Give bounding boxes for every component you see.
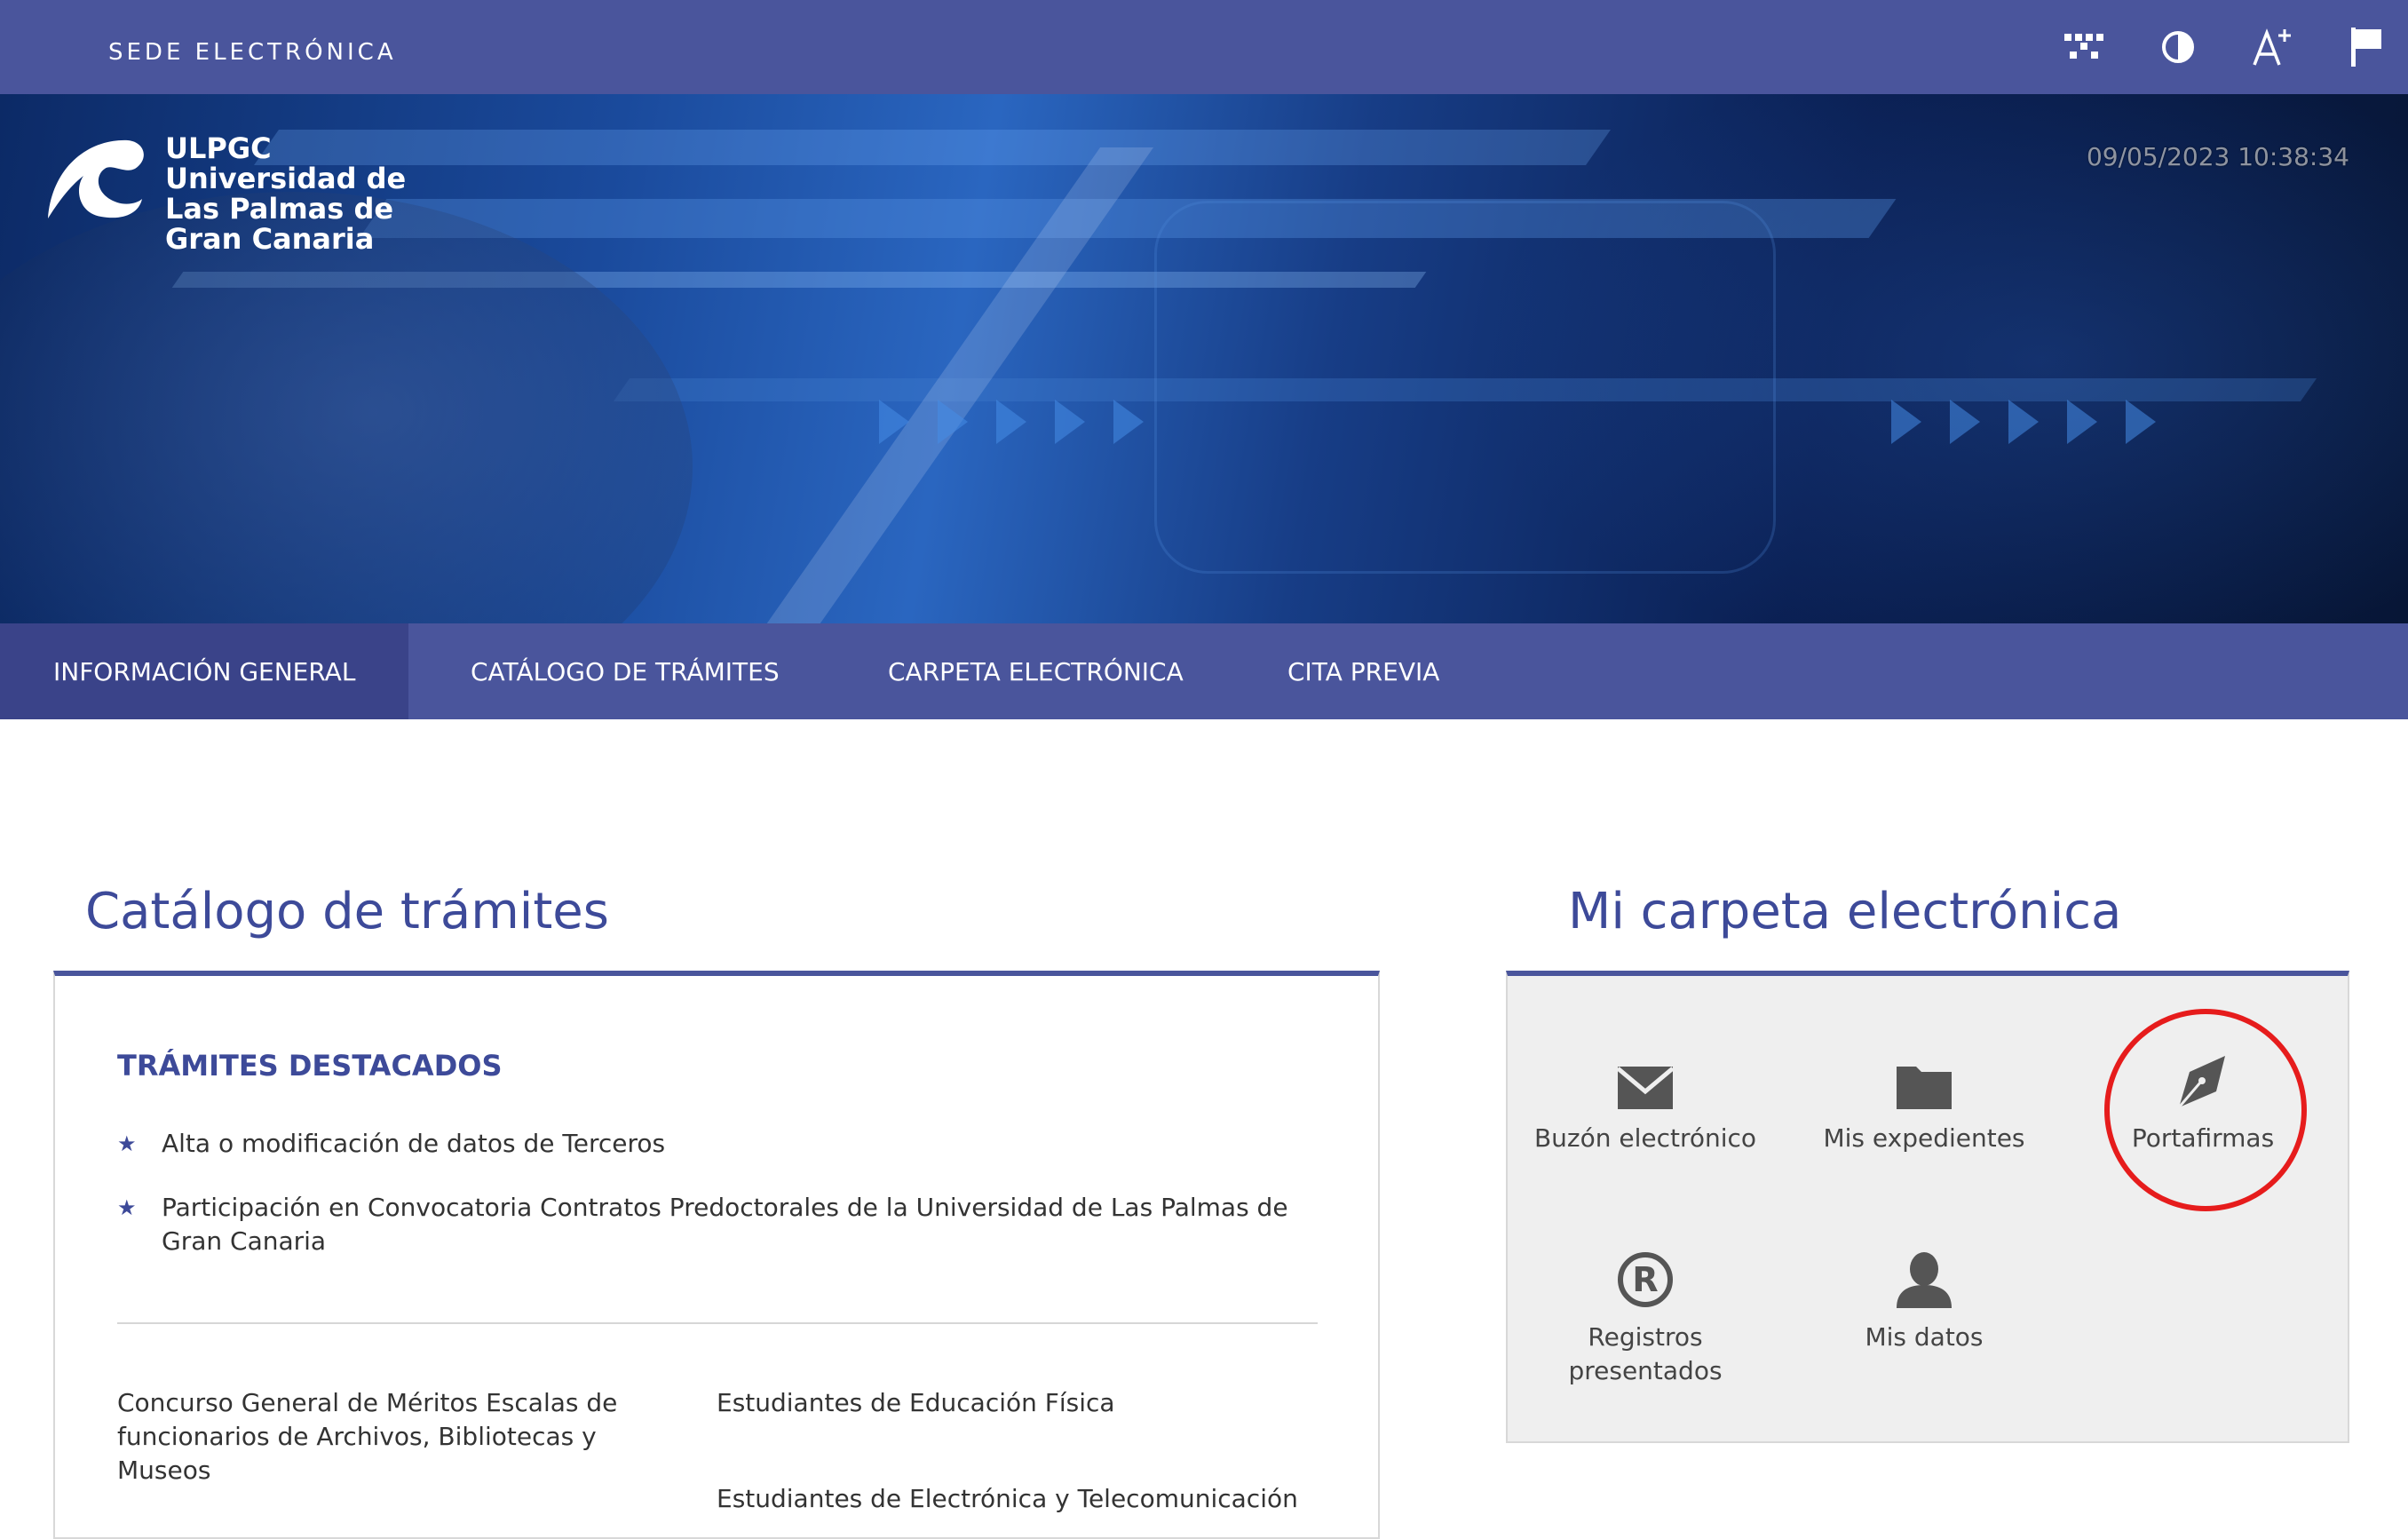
top-bar: SEDE ELECTRÓNICA xyxy=(0,0,2408,94)
logo-text: ULPGC Universidad de Las Palmas de Gran … xyxy=(165,133,406,254)
main-nav: INFORMACIÓN GENERAL CATÁLOGO DE TRÁMITES… xyxy=(0,623,2408,719)
featured-procedure-link[interactable]: ★ Alta o modificación de datos de Tercer… xyxy=(117,1127,1318,1161)
featured-procedure-label: Alta o modificación de datos de Terceros xyxy=(162,1129,666,1158)
user-icon xyxy=(1786,1246,2062,1308)
folder-panel: Buzón electrónico Mis expedientes Portaf… xyxy=(1506,971,2349,1443)
logo-line: Gran Canaria xyxy=(165,222,375,256)
nav-item-cita-previa[interactable]: CITA PREVIA xyxy=(1225,623,1492,719)
procedure-link[interactable]: Estudiantes de Electrónica y Telecomunic… xyxy=(717,1482,1320,1516)
logo-line: Universidad de xyxy=(165,162,407,195)
tile-label: Buzón electrónico xyxy=(1533,1123,1757,1153)
logo-line: Las Palmas de xyxy=(165,192,394,226)
font-size-icon[interactable] xyxy=(2246,21,2298,73)
star-icon: ★ xyxy=(117,1131,137,1156)
language-flag-icon[interactable] xyxy=(2341,21,2392,73)
logo-line: ULPGC xyxy=(165,131,272,165)
procedure-link[interactable]: Concurso General de Méritos Escalas de f… xyxy=(117,1386,685,1487)
nav-item-carpeta-electronica[interactable]: CARPETA ELECTRÓNICA xyxy=(826,623,1225,719)
sitemap-icon[interactable] xyxy=(2058,21,2110,73)
envelope-icon xyxy=(1508,1047,1783,1109)
tile-registros-presentados[interactable]: R Registros presentados xyxy=(1508,1246,1783,1388)
tile-portafirmas[interactable]: Portafirmas xyxy=(2065,1047,2341,1155)
catalog-title: Catálogo de trámites xyxy=(85,883,609,940)
tile-mis-datos[interactable]: Mis datos xyxy=(1786,1246,2062,1354)
nav-item-label: CARPETA ELECTRÓNICA xyxy=(888,656,1184,686)
hero-banner: ULPGC Universidad de Las Palmas de Gran … xyxy=(0,94,2408,623)
nav-item-informacion-general[interactable]: INFORMACIÓN GENERAL xyxy=(0,623,408,719)
ulpgc-logo-mark xyxy=(48,139,144,218)
nav-item-label: CATÁLOGO DE TRÁMITES xyxy=(471,656,780,686)
folder-icon xyxy=(1786,1047,2062,1109)
nav-item-catalogo-tramites[interactable]: CATÁLOGO DE TRÁMITES xyxy=(408,623,826,719)
registered-icon: R xyxy=(1508,1246,1783,1308)
tile-label: Portafirmas xyxy=(2131,1123,2275,1153)
divider xyxy=(117,1322,1318,1324)
nav-item-label: CITA PREVIA xyxy=(1287,656,1440,686)
featured-procedure-link[interactable]: ★ Participación en Convocatoria Contrato… xyxy=(117,1191,1318,1258)
pen-nib-icon xyxy=(2065,1047,2341,1109)
featured-procedure-label: Participación en Convocatoria Contratos … xyxy=(162,1193,1288,1256)
contrast-icon[interactable] xyxy=(2152,21,2204,73)
tile-mis-expedientes[interactable]: Mis expedientes xyxy=(1786,1047,2062,1155)
featured-heading: TRÁMITES DESTACADOS xyxy=(117,1049,503,1083)
tile-label: Mis datos xyxy=(1865,1322,1984,1352)
tile-buzon-electronico[interactable]: Buzón electrónico xyxy=(1508,1047,1783,1155)
nav-item-label: INFORMACIÓN GENERAL xyxy=(53,656,356,686)
tile-label: Mis expedientes xyxy=(1823,1123,2025,1153)
catalog-panel: TRÁMITES DESTACADOS ★ Alta o modificació… xyxy=(53,971,1380,1539)
svg-text:R: R xyxy=(1632,1260,1658,1299)
folder-title: Mi carpeta electrónica xyxy=(1568,883,2122,940)
ulpgc-logo[interactable]: ULPGC Universidad de Las Palmas de Gran … xyxy=(43,133,406,254)
tile-label: Registros presentados xyxy=(1568,1322,1723,1385)
star-icon: ★ xyxy=(117,1195,137,1220)
current-datetime: 09/05/2023 10:38:34 xyxy=(2086,142,2349,171)
procedure-link[interactable]: Estudiantes de Educación Física xyxy=(717,1386,1320,1420)
site-title: SEDE ELECTRÓNICA xyxy=(108,39,397,66)
